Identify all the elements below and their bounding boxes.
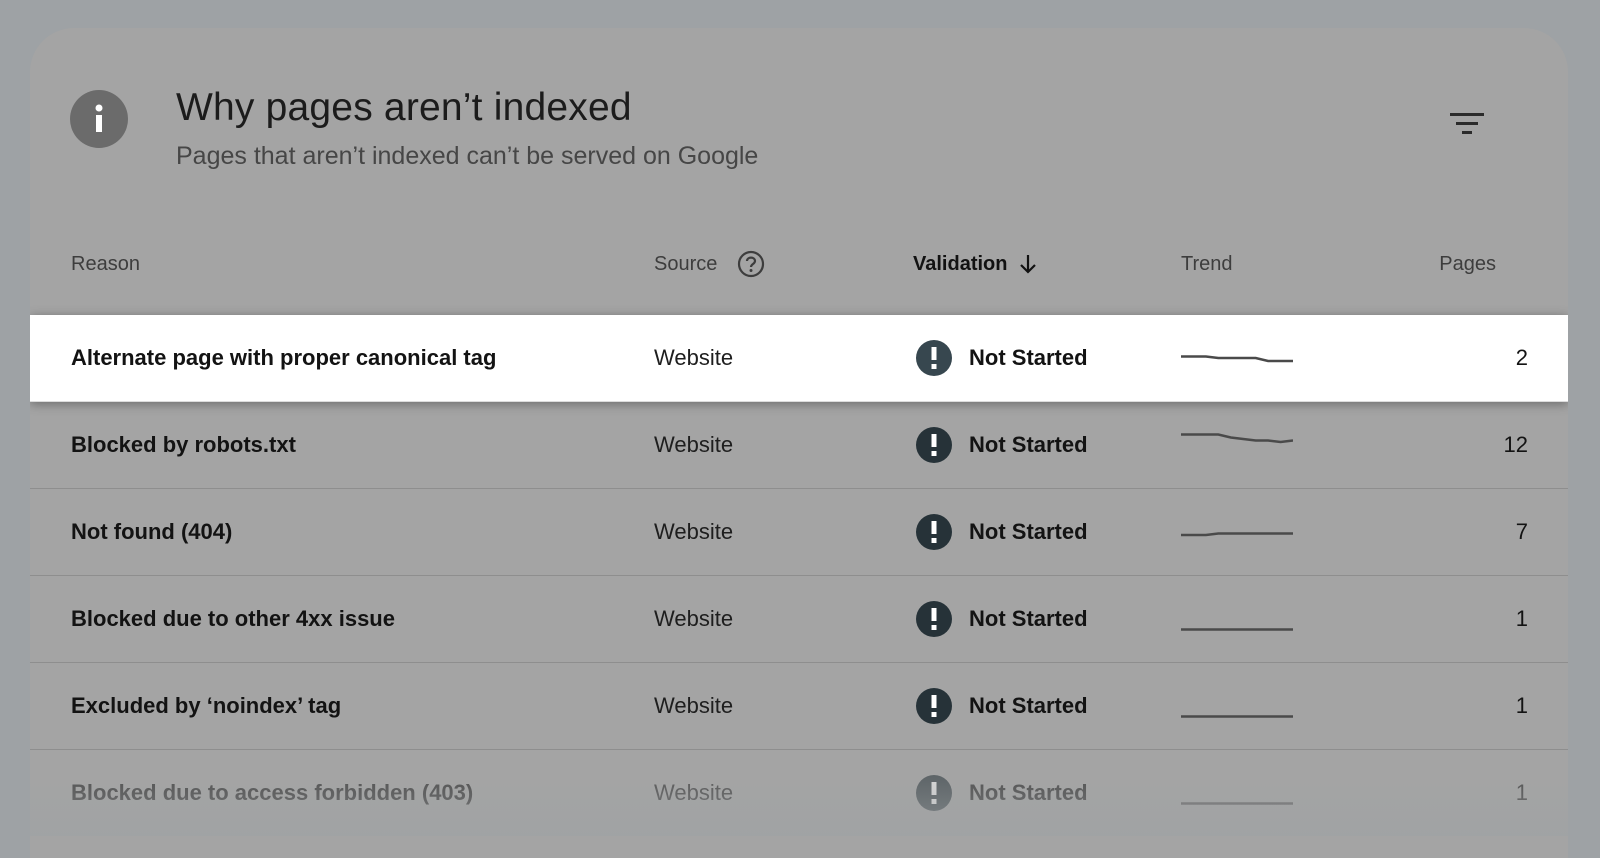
- source-cell: Website: [654, 606, 734, 631]
- pages-count: 2: [1515, 345, 1528, 370]
- trend-cell: [1181, 489, 1293, 575]
- source-cell: Website: [654, 432, 734, 457]
- trend-cell: [1181, 750, 1293, 836]
- page-subtitle: Pages that aren’t indexed can’t be serve…: [176, 142, 759, 170]
- pages-count: 1: [1515, 693, 1528, 718]
- table-row[interactable]: Alternate page with proper canonical tag…: [30, 315, 1568, 402]
- reason-cell: Alternate page with proper canonical tag: [71, 345, 497, 370]
- reason-cell: Not found (404): [71, 519, 233, 544]
- exclamation-circle-icon: [916, 775, 952, 811]
- trend-sparkline: [1181, 802, 1293, 805]
- validation-cell: Not Started: [916, 315, 1088, 401]
- exclamation-circle-icon: [916, 427, 952, 463]
- validation-cell: Not Started: [916, 402, 1088, 488]
- validation-status: Not Started: [969, 345, 1088, 370]
- reason-cell: Blocked due to access forbidden (403): [71, 780, 474, 805]
- validation-status: Not Started: [969, 606, 1088, 631]
- pages-count: 1: [1515, 780, 1528, 805]
- reason-cell: Blocked by robots.txt: [71, 432, 296, 457]
- table-row[interactable]: Blocked due to access forbidden (403) We…: [30, 750, 1568, 836]
- validation-cell: Not Started: [916, 750, 1088, 836]
- column-header-trend: Trend: [1181, 252, 1233, 275]
- source-cell: Website: [654, 780, 734, 805]
- trend-cell: [1181, 402, 1293, 488]
- trend-line: [1181, 532, 1293, 537]
- validation-status: Not Started: [969, 780, 1088, 805]
- source-cell: Website: [654, 693, 734, 718]
- trend-line: [1181, 355, 1293, 363]
- reason-cell: Excluded by ‘noindex’ tag: [71, 693, 342, 718]
- index-report-card: Why pages aren’t indexed Pages that aren…: [30, 28, 1568, 858]
- pages-count: 1: [1515, 606, 1528, 631]
- info-icon: [70, 90, 128, 148]
- validation-cell: Not Started: [916, 663, 1088, 749]
- source-cell: Website: [654, 519, 734, 544]
- validation-status: Not Started: [969, 519, 1088, 544]
- validation-status: Not Started: [969, 432, 1088, 457]
- pages-count: 12: [1503, 432, 1528, 457]
- exclamation-circle-icon: [916, 601, 952, 637]
- trend-line: [1181, 433, 1293, 444]
- table-row[interactable]: Excluded by ‘noindex’ tag Website Not St…: [30, 663, 1568, 750]
- reason-cell: Blocked due to other 4xx issue: [71, 606, 395, 631]
- exclamation-circle-icon: [916, 340, 952, 376]
- column-header-validation[interactable]: Validation: [913, 236, 1037, 292]
- validation-cell: Not Started: [916, 576, 1088, 662]
- page-title: Why pages aren’t indexed: [176, 86, 632, 129]
- trend-sparkline: [1181, 355, 1293, 363]
- trend-cell: [1181, 315, 1293, 401]
- source-cell: Website: [654, 345, 734, 370]
- trend-sparkline: [1181, 715, 1293, 718]
- trend-cell: [1181, 663, 1293, 749]
- table-body: Alternate page with proper canonical tag…: [30, 315, 1568, 836]
- help-icon[interactable]: [737, 250, 765, 278]
- trend-sparkline: [1181, 433, 1293, 444]
- filter-button[interactable]: [1444, 102, 1490, 146]
- filter-icon: [1450, 113, 1484, 134]
- table-header: Reason Source Validation Trend Pages: [30, 236, 1568, 292]
- validation-cell: Not Started: [916, 489, 1088, 575]
- column-header-pages[interactable]: Pages: [1439, 236, 1496, 292]
- pages-count: 7: [1515, 519, 1528, 544]
- exclamation-circle-icon: [916, 514, 952, 550]
- trend-sparkline: [1181, 628, 1293, 631]
- table-row[interactable]: Blocked due to other 4xx issue Website N…: [30, 576, 1568, 663]
- arrow-down-icon: [1019, 254, 1037, 274]
- exclamation-circle-icon: [916, 688, 952, 724]
- table-row[interactable]: Not found (404) Website Not Started 7: [30, 489, 1568, 576]
- column-header-source[interactable]: Source: [654, 236, 765, 292]
- validation-status: Not Started: [969, 693, 1088, 718]
- table-row[interactable]: Blocked by robots.txt Website Not Starte…: [30, 402, 1568, 489]
- column-header-reason[interactable]: Reason: [71, 236, 140, 292]
- trend-cell: [1181, 576, 1293, 662]
- trend-sparkline: [1181, 532, 1293, 537]
